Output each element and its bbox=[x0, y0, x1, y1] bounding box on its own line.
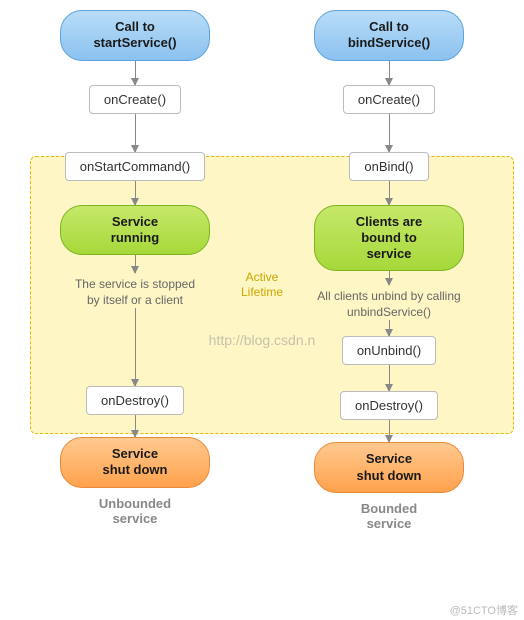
service-lifecycle-diagram: ActiveLifetime http://blog.csdn.n @51CTO… bbox=[0, 0, 524, 620]
arrow-icon bbox=[135, 114, 136, 152]
service-shutdown-node: Serviceshut down bbox=[60, 437, 210, 488]
arrow-icon bbox=[135, 415, 136, 437]
bounded-caption: Boundedservice bbox=[361, 501, 417, 531]
start-service-node: Call tostartService() bbox=[60, 10, 210, 61]
service-running-node: Servicerunning bbox=[60, 205, 210, 256]
unbind-description-label: All clients unbind by callingunbindServi… bbox=[317, 289, 460, 320]
stop-description-label: The service is stoppedby itself or a cli… bbox=[75, 277, 195, 308]
clients-bound-node: Clients arebound toservice bbox=[314, 205, 464, 272]
arrow-icon bbox=[389, 320, 390, 336]
arrow-icon bbox=[389, 181, 390, 205]
on-create-node: onCreate() bbox=[89, 85, 181, 114]
bounded-service-column: Call tobindService() onCreate() onBind()… bbox=[274, 10, 504, 620]
arrow-icon bbox=[135, 181, 136, 205]
service-shutdown-node: Serviceshut down bbox=[314, 442, 464, 493]
arrow-icon bbox=[135, 61, 136, 85]
on-destroy-node: onDestroy() bbox=[340, 391, 438, 420]
unbounded-caption: Unboundedservice bbox=[99, 496, 171, 526]
arrow-icon bbox=[389, 365, 390, 391]
on-destroy-node: onDestroy() bbox=[86, 386, 184, 415]
on-bind-node: onBind() bbox=[349, 152, 428, 181]
arrow-icon bbox=[389, 271, 390, 285]
on-unbind-node: onUnbind() bbox=[342, 336, 436, 365]
bind-service-node: Call tobindService() bbox=[314, 10, 464, 61]
arrow-icon bbox=[135, 255, 136, 273]
arrow-icon bbox=[135, 308, 136, 386]
arrow-icon bbox=[389, 61, 390, 85]
active-lifetime-label: ActiveLifetime bbox=[241, 270, 283, 300]
arrow-icon bbox=[389, 114, 390, 152]
unbounded-service-column: Call tostartService() onCreate() onStart… bbox=[20, 10, 250, 620]
arrow-icon bbox=[389, 420, 390, 442]
on-create-node: onCreate() bbox=[343, 85, 435, 114]
on-start-command-node: onStartCommand() bbox=[65, 152, 206, 181]
